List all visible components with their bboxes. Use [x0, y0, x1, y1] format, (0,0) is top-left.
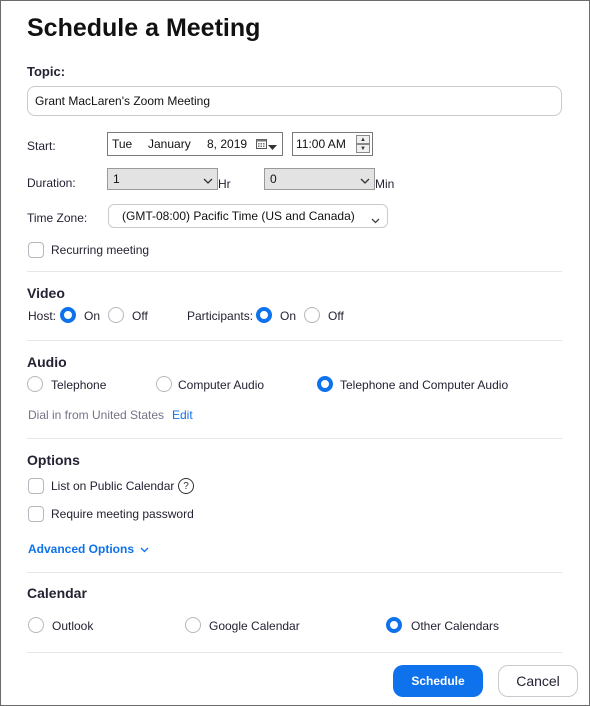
page-title: Schedule a Meeting — [27, 14, 261, 42]
time-up-icon[interactable]: ▲ — [356, 135, 370, 144]
start-day: Tue — [112, 137, 133, 151]
duration-hours-value: 1 — [113, 172, 120, 186]
calendar-outlook-radio[interactable] — [28, 617, 44, 633]
audio-both-label: Telephone and Computer Audio — [340, 378, 509, 392]
start-month: January — [148, 137, 191, 151]
duration-label: Duration: — [27, 176, 76, 190]
cancel-button[interactable]: Cancel — [498, 665, 578, 697]
duration-hours-select[interactable]: 1 — [107, 168, 218, 190]
topic-label: Topic: — [27, 64, 66, 79]
public-calendar-label: List on Public Calendar — [51, 479, 175, 493]
host-off-label: Off — [132, 309, 148, 323]
audio-computer-label: Computer Audio — [178, 378, 265, 392]
advanced-options-label: Advanced Options — [28, 542, 135, 556]
participants-label: Participants: — [187, 309, 254, 323]
audio-computer-radio[interactable] — [156, 376, 172, 392]
video-heading: Video — [27, 285, 65, 301]
audio-telephone-label: Telephone — [51, 378, 107, 392]
timezone-label: Time Zone: — [27, 211, 88, 225]
time-down-icon[interactable]: ▼ — [356, 144, 370, 153]
calendar-other-label: Other Calendars — [411, 619, 500, 633]
audio-telephone-radio[interactable] — [27, 376, 43, 392]
timezone-value: (GMT-08:00) Pacific Time (US and Canada) — [122, 209, 355, 223]
calendar-other-radio[interactable] — [386, 617, 402, 633]
divider — [27, 652, 562, 653]
calendar-google-label: Google Calendar — [209, 619, 300, 633]
host-video-off-radio[interactable] — [108, 307, 124, 323]
topic-input[interactable]: Grant MacLaren's Zoom Meeting — [27, 86, 562, 116]
audio-both-radio[interactable] — [317, 376, 333, 392]
dial-in-edit-link[interactable]: Edit — [172, 408, 193, 422]
duration-minutes-value: 0 — [270, 172, 277, 186]
recurring-label: Recurring meeting — [51, 243, 150, 257]
recurring-checkbox[interactable] — [28, 242, 44, 258]
divider — [27, 271, 562, 272]
chevron-down-icon — [203, 174, 213, 188]
minutes-unit: Min — [375, 177, 395, 191]
options-heading: Options — [27, 452, 80, 468]
chevron-down-icon — [371, 213, 380, 227]
divider — [27, 340, 562, 341]
audio-heading: Audio — [27, 354, 67, 370]
public-calendar-checkbox[interactable] — [28, 478, 44, 494]
dial-in-text: Dial in from United States — [28, 408, 165, 422]
hours-unit: Hr — [218, 177, 231, 191]
calendar-outlook-label: Outlook — [52, 619, 94, 633]
chevron-down-icon[interactable] — [268, 140, 277, 154]
start-time: 11:00 AM — [296, 137, 346, 151]
advanced-options-toggle[interactable]: Advanced Options — [28, 540, 149, 558]
participants-off-label: Off — [328, 309, 344, 323]
start-date-picker[interactable]: Tue January 8, 2019 — [107, 132, 283, 156]
calendar-heading: Calendar — [27, 585, 87, 601]
chevron-down-icon — [140, 540, 149, 558]
participants-video-off-radio[interactable] — [304, 307, 320, 323]
participants-on-label: On — [280, 309, 297, 323]
participants-video-on-radio[interactable] — [256, 307, 272, 323]
timezone-select[interactable]: (GMT-08:00) Pacific Time (US and Canada) — [108, 204, 388, 228]
duration-minutes-select[interactable]: 0 — [264, 168, 375, 190]
host-video-on-radio[interactable] — [60, 307, 76, 323]
start-time-picker[interactable]: 11:00 AM ▲ ▼ — [292, 132, 373, 156]
password-checkbox[interactable] — [28, 506, 44, 522]
calendar-icon[interactable] — [256, 138, 267, 152]
chevron-down-icon — [360, 174, 370, 188]
start-date: 8, 2019 — [207, 137, 248, 151]
host-on-label: On — [84, 309, 101, 323]
host-label: Host: — [28, 309, 57, 323]
help-icon[interactable]: ? — [178, 478, 194, 494]
schedule-button[interactable]: Schedule — [393, 665, 483, 697]
divider — [27, 438, 562, 439]
start-label: Start: — [27, 139, 56, 153]
password-label: Require meeting password — [51, 507, 194, 521]
calendar-google-radio[interactable] — [185, 617, 201, 633]
divider — [27, 572, 562, 573]
